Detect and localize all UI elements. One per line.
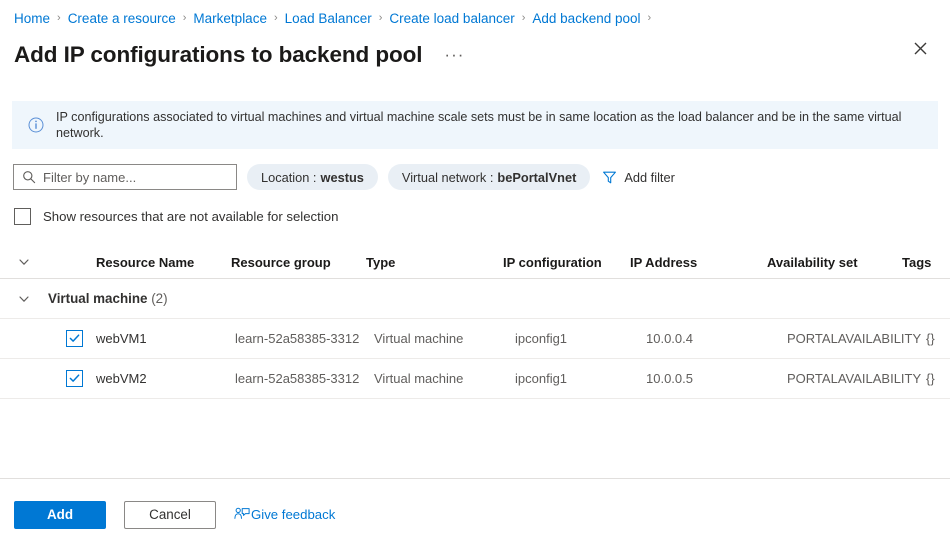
page-title: Add IP configurations to backend pool <box>14 42 423 67</box>
cell-type: Virtual machine <box>374 331 464 346</box>
breadcrumb-item-create-load-balancer[interactable]: Create load balancer <box>389 11 514 26</box>
expand-all-chevron-icon[interactable] <box>0 256 48 268</box>
title-row: Add IP configurations to backend pool ··… <box>0 29 950 75</box>
resources-table: Resource Name Resource group Type IP con… <box>0 246 950 399</box>
breadcrumb-item-home[interactable]: Home <box>14 11 50 26</box>
add-button[interactable]: Add <box>14 500 106 529</box>
filter-pill-location-value: westus <box>320 169 364 185</box>
breadcrumb-item-load-balancer[interactable]: Load Balancer <box>285 11 372 26</box>
filter-pill-location[interactable]: Location : westus <box>247 164 378 190</box>
table-header-row: Resource Name Resource group Type IP con… <box>0 246 950 279</box>
show-unavailable-label[interactable]: Show resources that are not available fo… <box>43 209 338 224</box>
cell-availability-set: PORTALAVAILABILITY <box>787 371 922 386</box>
add-filter-button[interactable]: Add filter <box>596 164 685 190</box>
show-unavailable-row: Show resources that are not available fo… <box>14 206 950 226</box>
row-checkbox[interactable] <box>66 370 83 387</box>
cell-ip-address: 10.0.0.5 <box>646 371 693 386</box>
column-header-type[interactable]: Type <box>366 255 503 270</box>
filter-pill-virtual-network-value: bePortalVnet <box>497 169 577 185</box>
give-feedback-link[interactable]: Give feedback <box>234 507 335 522</box>
cell-ip-address: 10.0.0.4 <box>646 331 693 346</box>
breadcrumb: Home › Create a resource › Marketplace ›… <box>0 0 950 29</box>
cell-resource-name: webVM2 <box>96 371 147 386</box>
column-header-tags[interactable]: Tags <box>902 255 950 270</box>
search-box[interactable] <box>13 164 237 190</box>
cell-availability-set: PORTALAVAILABILITY <box>787 331 922 346</box>
give-feedback-label: Give feedback <box>251 507 336 522</box>
breadcrumb-separator: › <box>182 12 187 24</box>
search-input[interactable] <box>41 168 230 186</box>
column-header-ip-configuration[interactable]: IP configuration <box>503 255 630 270</box>
filter-bar: Location : westus Virtual network : bePo… <box>13 164 950 190</box>
cell-type: Virtual machine <box>374 371 464 386</box>
row-select-cell[interactable] <box>48 330 96 347</box>
group-count: (2) <box>151 291 168 306</box>
column-header-ip-address[interactable]: IP Address <box>630 255 767 270</box>
cell-resource-name: webVM1 <box>96 331 147 346</box>
breadcrumb-separator: › <box>57 12 61 24</box>
cell-resource-group: learn-52a58385-3312 <box>235 331 360 346</box>
group-label: Virtual machine (2) <box>48 291 168 306</box>
feedback-person-icon <box>234 507 250 522</box>
table-row[interactable]: webVM1 learn-52a58385-3312 Virtual machi… <box>0 319 950 359</box>
show-unavailable-checkbox[interactable] <box>14 207 31 225</box>
search-icon <box>22 170 36 184</box>
column-header-resource-group[interactable]: Resource group <box>231 255 366 270</box>
filter-pill-virtual-network[interactable]: Virtual network : bePortalVnet <box>387 164 591 190</box>
column-header-resource-name[interactable]: Resource Name <box>96 255 231 270</box>
row-select-cell[interactable] <box>48 370 96 387</box>
column-header-availability-set[interactable]: Availability set <box>767 255 902 270</box>
table-row[interactable]: webVM2 learn-52a58385-3312 Virtual machi… <box>0 359 950 399</box>
cancel-button[interactable]: Cancel <box>124 500 216 529</box>
cell-ip-configuration: ipconfig1 <box>515 331 568 346</box>
close-icon[interactable] <box>906 34 934 62</box>
breadcrumb-separator: › <box>521 12 526 24</box>
row-checkbox[interactable] <box>66 330 83 347</box>
cell-ip-configuration: ipconfig1 <box>515 371 568 386</box>
filter-pill-virtual-network-label: Virtual network : <box>401 169 494 185</box>
add-filter-label: Add filter <box>624 169 675 185</box>
breadcrumb-separator: › <box>378 12 383 24</box>
cell-resource-group: learn-52a58385-3312 <box>235 371 360 386</box>
footer: Add Cancel Give feedback <box>0 479 950 550</box>
cell-tags: {} <box>926 371 935 386</box>
more-options-icon[interactable]: ··· <box>438 46 470 64</box>
filter-pill-location-label: Location : <box>261 169 317 185</box>
table-group-row-virtual-machine[interactable]: Virtual machine (2) <box>0 279 950 319</box>
info-circle-icon <box>28 117 44 133</box>
cell-tags: {} <box>926 331 935 346</box>
breadcrumb-separator: › <box>647 12 652 24</box>
info-banner: IP configurations associated to virtual … <box>12 101 938 149</box>
breadcrumb-separator: › <box>273 12 278 24</box>
info-banner-text: IP configurations associated to virtual … <box>56 109 902 140</box>
group-label-text: Virtual machine <box>48 291 148 306</box>
funnel-icon <box>602 170 617 185</box>
breadcrumb-item-create-a-resource[interactable]: Create a resource <box>68 11 176 26</box>
breadcrumb-item-marketplace[interactable]: Marketplace <box>193 11 267 26</box>
breadcrumb-item-add-backend-pool[interactable]: Add backend pool <box>532 11 640 26</box>
group-expand-chevron-icon[interactable] <box>0 293 48 305</box>
